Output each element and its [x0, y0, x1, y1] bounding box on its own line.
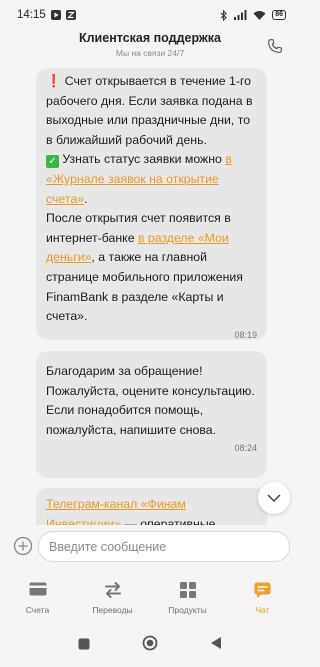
message-time: 08:24 [234, 443, 257, 454]
tab-label: Счета [25, 605, 50, 615]
message-list[interactable]: ❗ Счет открывается в течение 1-го рабоче… [0, 68, 300, 525]
tab-accounts[interactable]: Счета [3, 574, 73, 615]
message-line: Пожалуйста, оцените консультацию. [46, 383, 255, 398]
chat-header: Клиентская поддержка Мы на связи 24/7 [0, 28, 300, 68]
message-text: Узнать статус заявки можно [62, 152, 226, 167]
tab-products[interactable]: Продукты [153, 574, 223, 615]
tab-label: Переводы [92, 605, 133, 615]
transfer-icon [104, 582, 121, 598]
tab-chat[interactable]: Чат [228, 574, 298, 615]
checkmark-icon: ✓ [46, 155, 59, 169]
bluetooth-icon [220, 9, 228, 21]
recent-apps-button[interactable] [78, 637, 90, 655]
phone-icon[interactable] [266, 37, 284, 55]
message-time: 08:19 [234, 329, 257, 340]
message-paragraph: ✓ Узнать статус заявки можно в «Журнале … [46, 150, 257, 209]
message-bubble: Благодарим за обращение! Пожалуйста, оце… [36, 351, 267, 478]
wifi-icon [253, 10, 266, 20]
message-paragraph: Телеграм-канал «Финам Инвестиции» — опер… [46, 495, 257, 525]
grid-icon [179, 582, 196, 598]
exclamation-icon: ❗ [46, 74, 62, 88]
back-button[interactable] [210, 636, 222, 655]
status-time: 14:15 [17, 9, 46, 21]
app-notification-icon [65, 10, 76, 20]
system-navigation-bar [0, 624, 300, 667]
message-paragraph: После открытия счет появится в интернет-… [46, 209, 257, 327]
input-bar [0, 527, 300, 567]
message-text: — оперативные [121, 516, 216, 525]
chat-icon [254, 582, 271, 598]
play-icon [50, 10, 61, 20]
signal-icon [234, 10, 247, 20]
home-circle-icon [142, 635, 158, 651]
plus-circle-icon [13, 536, 33, 556]
square-icon [78, 638, 90, 649]
back-triangle-icon [211, 637, 221, 649]
chat-subtitle: Мы на связи 24/7 [115, 48, 185, 58]
message-line: Если понадобится помощь, пожалуйста, нап… [46, 403, 217, 437]
add-attachment-button[interactable] [13, 536, 33, 556]
message-text: Счет открывается в течение 1-го рабочего… [46, 74, 253, 147]
scroll-down-button[interactable] [258, 482, 290, 514]
status-bar: 14:15 86 [0, 0, 300, 30]
message-bubble: Телеграм-канал «Финам Инвестиции» — опер… [36, 488, 267, 525]
chevron-down-icon [267, 494, 281, 502]
message-line: Благодарим за обращение! [46, 364, 203, 378]
card-icon [29, 582, 46, 596]
battery-indicator: 86 [272, 10, 286, 20]
message-input[interactable] [38, 531, 290, 562]
chat-title: Клиентская поддержка [78, 31, 222, 45]
home-button[interactable] [142, 635, 158, 656]
message-paragraph: ❗ Счет открывается в течение 1-го рабоче… [46, 72, 257, 150]
message-text: . [84, 191, 88, 206]
bottom-tab-bar: Счета Переводы Продукты Чат [0, 574, 300, 620]
tab-transfers[interactable]: Переводы [78, 574, 148, 615]
message-bubble: ❗ Счет открывается в течение 1-го рабоче… [36, 68, 267, 340]
tab-label: Чат [255, 605, 270, 615]
tab-label: Продукты [168, 605, 207, 615]
